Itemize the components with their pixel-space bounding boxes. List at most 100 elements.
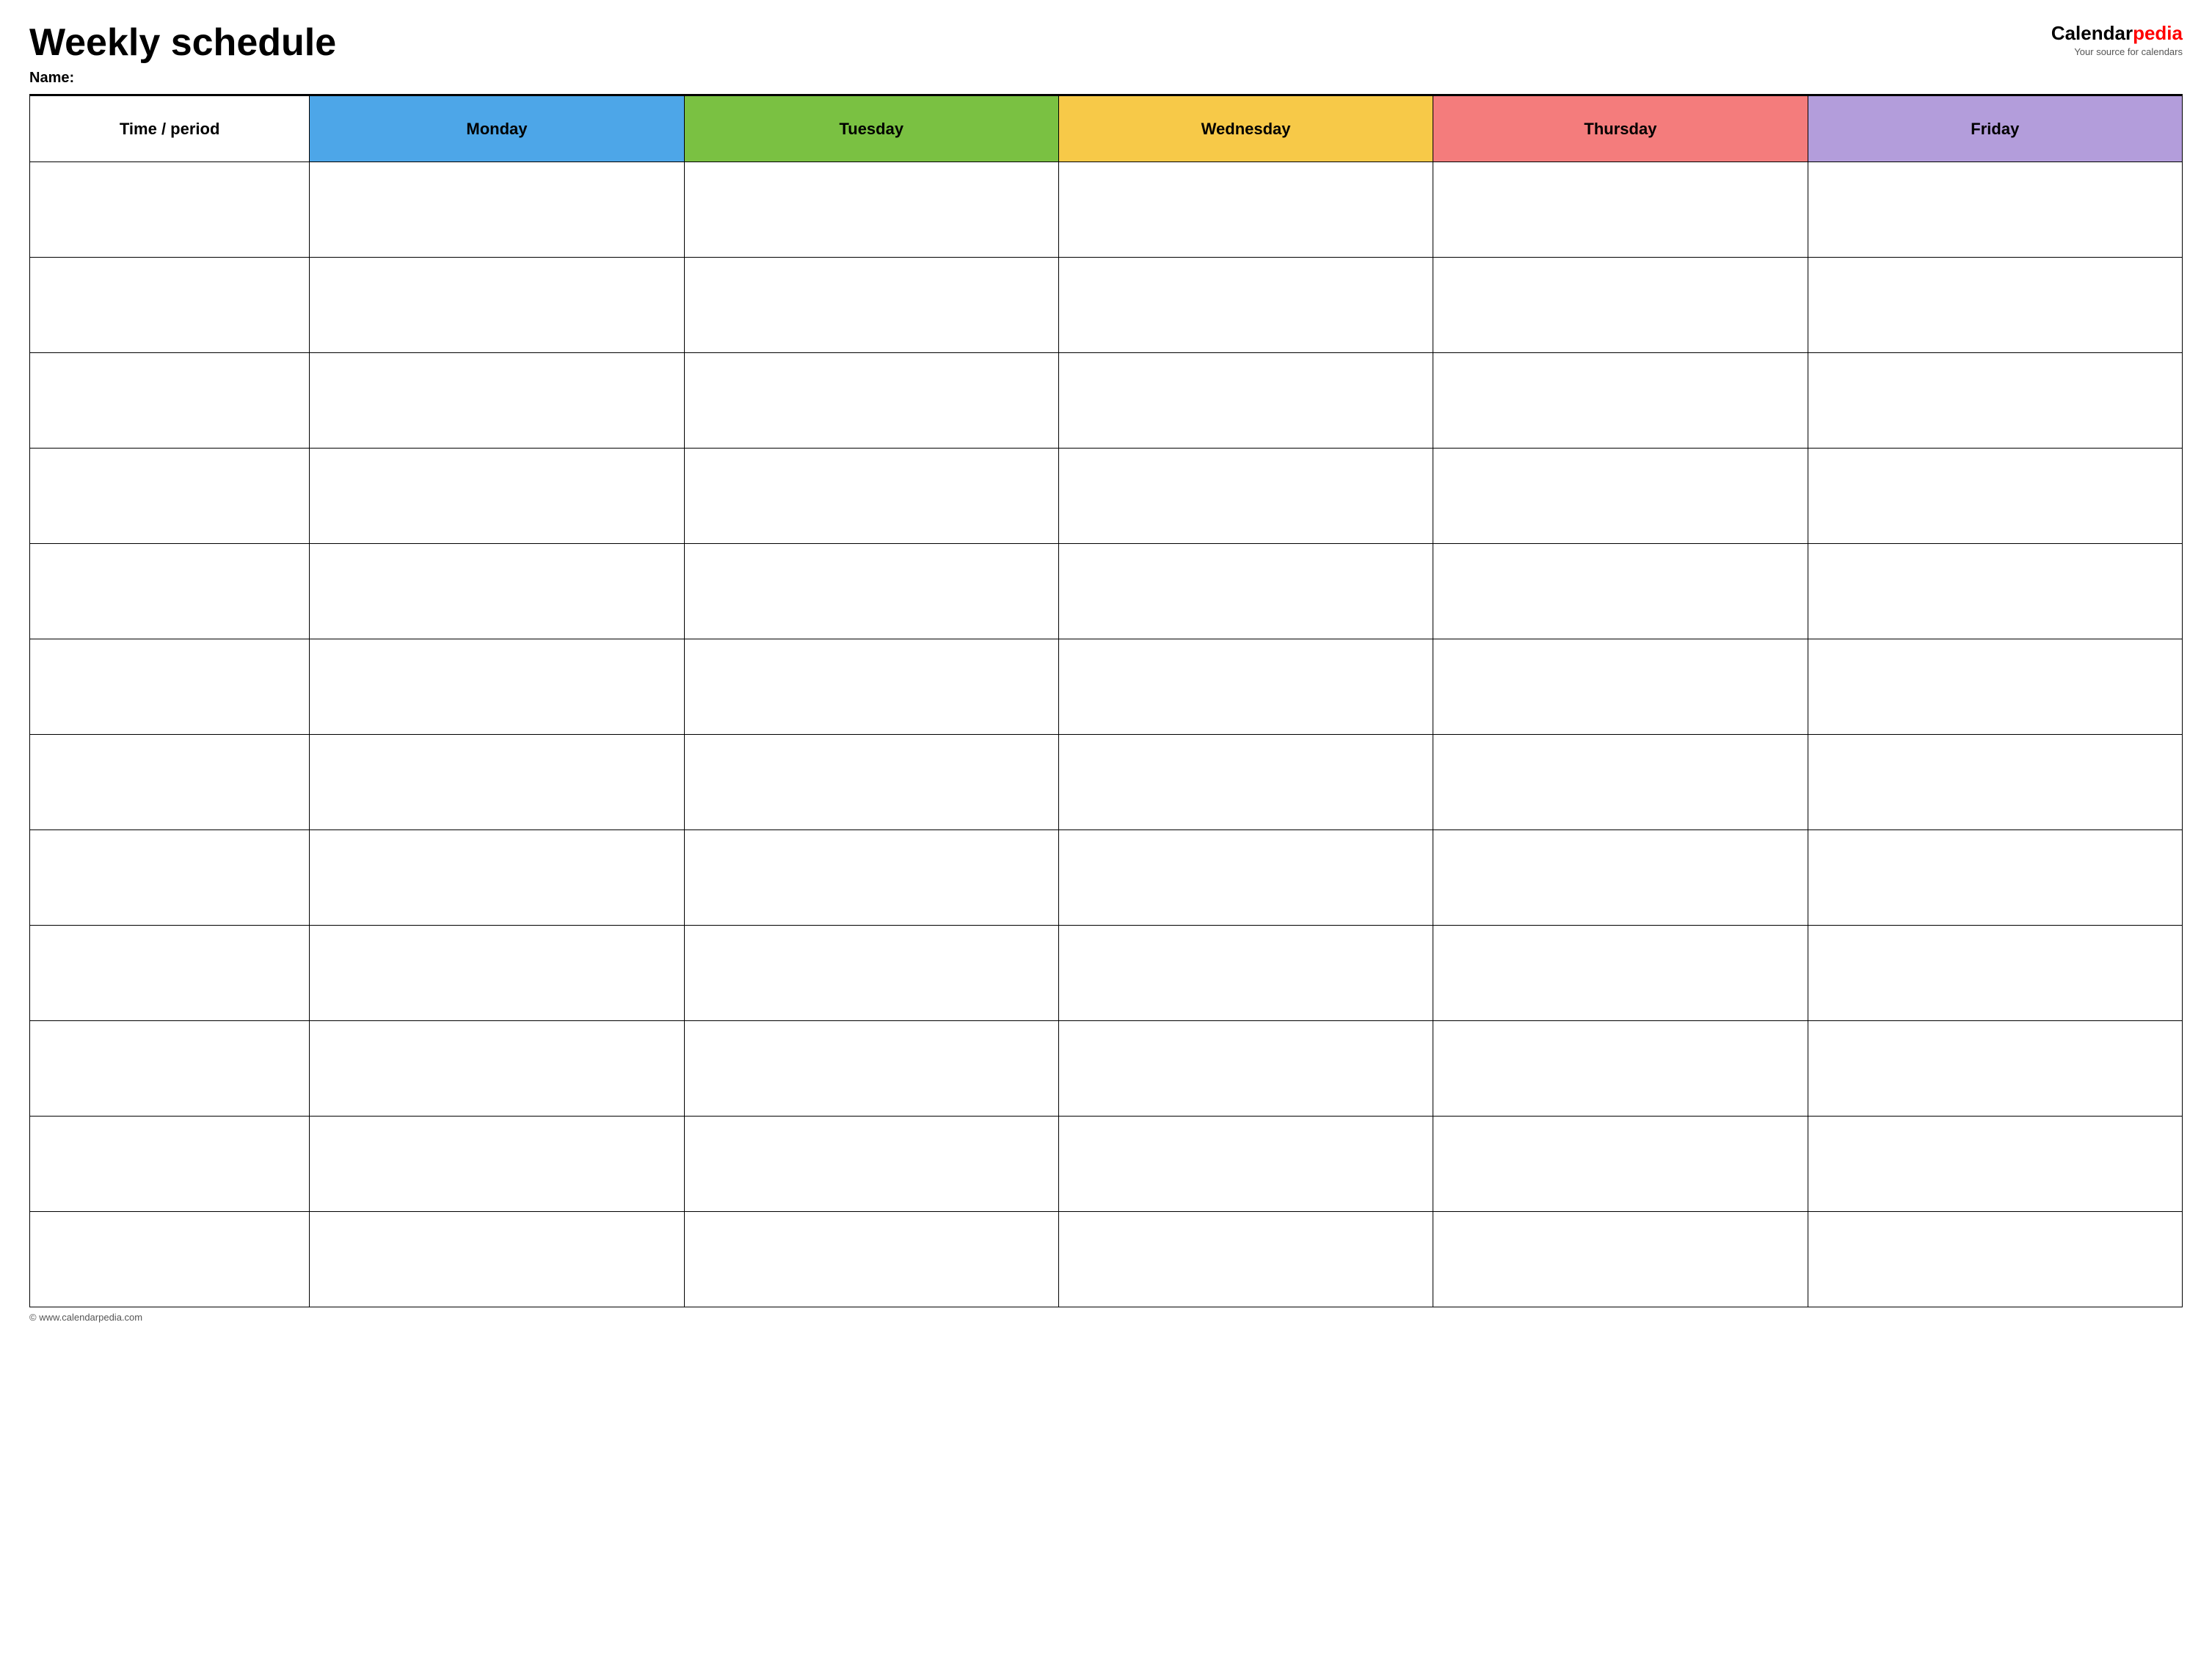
day-cell[interactable] — [684, 1021, 1058, 1117]
logo-area: Calendarpedia Your source for calendars — [2051, 22, 2183, 57]
day-cell[interactable] — [310, 1117, 684, 1212]
day-cell[interactable] — [1433, 1021, 1808, 1117]
day-cell[interactable] — [1808, 353, 2182, 449]
col-header-time: Time / period — [30, 96, 310, 162]
day-cell[interactable] — [1058, 926, 1433, 1021]
time-cell[interactable] — [30, 1117, 310, 1212]
logo-pedia: pedia — [2133, 22, 2183, 44]
time-cell[interactable] — [30, 1021, 310, 1117]
time-cell[interactable] — [30, 1212, 310, 1307]
day-cell[interactable] — [310, 1212, 684, 1307]
day-cell[interactable] — [1058, 1021, 1433, 1117]
day-cell[interactable] — [1058, 544, 1433, 639]
day-cell[interactable] — [684, 735, 1058, 830]
time-cell[interactable] — [30, 735, 310, 830]
day-cell[interactable] — [684, 449, 1058, 544]
time-cell[interactable] — [30, 544, 310, 639]
table-row — [30, 830, 2183, 926]
time-cell[interactable] — [30, 353, 310, 449]
day-cell[interactable] — [310, 1021, 684, 1117]
day-cell[interactable] — [1058, 1117, 1433, 1212]
table-row — [30, 735, 2183, 830]
day-cell[interactable] — [1433, 1212, 1808, 1307]
page-title: Weekly schedule — [29, 22, 2037, 64]
time-cell[interactable] — [30, 639, 310, 735]
time-cell[interactable] — [30, 449, 310, 544]
day-cell[interactable] — [310, 735, 684, 830]
table-row — [30, 639, 2183, 735]
day-cell[interactable] — [1433, 162, 1808, 258]
day-cell[interactable] — [1433, 1117, 1808, 1212]
day-cell[interactable] — [1058, 1212, 1433, 1307]
day-cell[interactable] — [1808, 735, 2182, 830]
day-cell[interactable] — [1808, 830, 2182, 926]
title-area: Weekly schedule Name: — [29, 22, 2037, 87]
day-cell[interactable] — [684, 926, 1058, 1021]
day-cell[interactable] — [1058, 639, 1433, 735]
day-cell[interactable] — [1433, 830, 1808, 926]
day-cell[interactable] — [1433, 353, 1808, 449]
table-row — [30, 449, 2183, 544]
day-cell[interactable] — [684, 1117, 1058, 1212]
day-cell[interactable] — [684, 830, 1058, 926]
logo-tagline: Your source for calendars — [2074, 46, 2183, 57]
day-cell[interactable] — [1433, 449, 1808, 544]
day-cell[interactable] — [1058, 353, 1433, 449]
day-cell[interactable] — [1433, 544, 1808, 639]
day-cell[interactable] — [1058, 258, 1433, 353]
col-header-wednesday: Wednesday — [1058, 96, 1433, 162]
name-label: Name: — [29, 70, 2037, 87]
time-cell[interactable] — [30, 926, 310, 1021]
day-cell[interactable] — [684, 1212, 1058, 1307]
table-row — [30, 1021, 2183, 1117]
day-cell[interactable] — [310, 449, 684, 544]
header-section: Weekly schedule Name: Calendarpedia Your… — [29, 22, 2183, 87]
col-header-thursday: Thursday — [1433, 96, 1808, 162]
footer-url: © www.calendarpedia.com — [29, 1312, 142, 1323]
day-cell[interactable] — [1433, 258, 1808, 353]
day-cell[interactable] — [310, 639, 684, 735]
day-cell[interactable] — [1808, 162, 2182, 258]
col-header-tuesday: Tuesday — [684, 96, 1058, 162]
day-cell[interactable] — [1433, 639, 1808, 735]
day-cell[interactable] — [684, 544, 1058, 639]
day-cell[interactable] — [684, 258, 1058, 353]
day-cell[interactable] — [1808, 1021, 2182, 1117]
table-row — [30, 1117, 2183, 1212]
day-cell[interactable] — [1808, 449, 2182, 544]
table-row — [30, 544, 2183, 639]
day-cell[interactable] — [310, 353, 684, 449]
time-cell[interactable] — [30, 162, 310, 258]
day-cell[interactable] — [1808, 544, 2182, 639]
day-cell[interactable] — [310, 162, 684, 258]
day-cell[interactable] — [1433, 926, 1808, 1021]
day-cell[interactable] — [1808, 1212, 2182, 1307]
day-cell[interactable] — [1808, 926, 2182, 1021]
day-cell[interactable] — [1808, 258, 2182, 353]
table-row — [30, 353, 2183, 449]
day-cell[interactable] — [1808, 1117, 2182, 1212]
day-cell[interactable] — [684, 162, 1058, 258]
day-cell[interactable] — [1058, 735, 1433, 830]
table-row — [30, 258, 2183, 353]
day-cell[interactable] — [310, 258, 684, 353]
table-row — [30, 162, 2183, 258]
day-cell[interactable] — [684, 353, 1058, 449]
logo-calendar: Calendar — [2051, 22, 2133, 44]
day-cell[interactable] — [1808, 639, 2182, 735]
time-cell[interactable] — [30, 830, 310, 926]
day-cell[interactable] — [1058, 162, 1433, 258]
table-row — [30, 926, 2183, 1021]
day-cell[interactable] — [1058, 830, 1433, 926]
table-row — [30, 1212, 2183, 1307]
header-row: Time / period Monday Tuesday Wednesday T… — [30, 96, 2183, 162]
day-cell[interactable] — [1058, 449, 1433, 544]
day-cell[interactable] — [310, 926, 684, 1021]
day-cell[interactable] — [310, 544, 684, 639]
footer: © www.calendarpedia.com — [29, 1312, 2183, 1323]
day-cell[interactable] — [684, 639, 1058, 735]
day-cell[interactable] — [310, 830, 684, 926]
day-cell[interactable] — [1433, 735, 1808, 830]
time-cell[interactable] — [30, 258, 310, 353]
col-header-monday: Monday — [310, 96, 684, 162]
